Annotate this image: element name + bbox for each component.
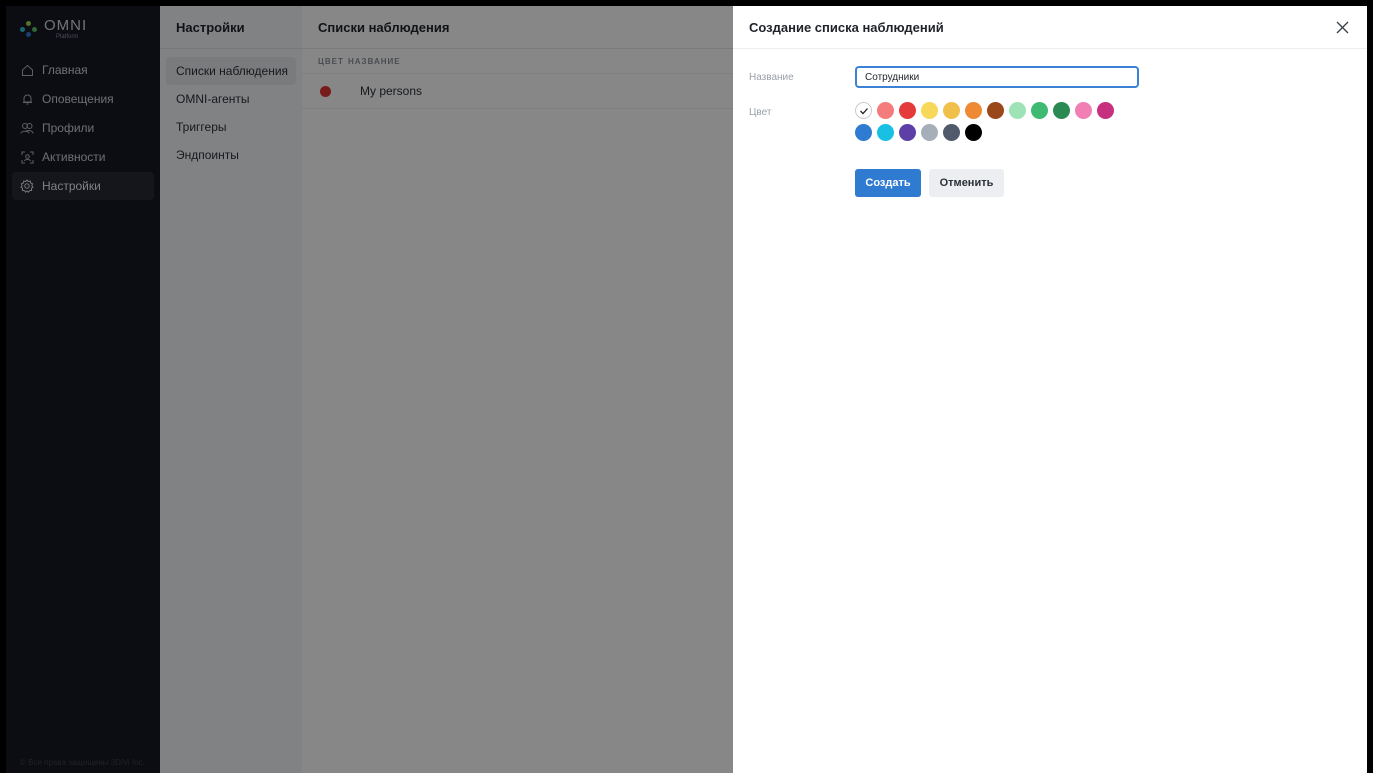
- color-swatch[interactable]: [877, 102, 894, 119]
- color-swatch[interactable]: [899, 102, 916, 119]
- color-swatch[interactable]: [943, 102, 960, 119]
- color-swatch[interactable]: [855, 124, 872, 141]
- color-swatch[interactable]: [943, 124, 960, 141]
- color-swatch[interactable]: [965, 124, 982, 141]
- color-swatch[interactable]: [921, 124, 938, 141]
- create-button[interactable]: Создать: [855, 169, 921, 197]
- check-icon: [859, 107, 868, 114]
- color-swatch[interactable]: [1075, 102, 1092, 119]
- close-icon[interactable]: [1333, 18, 1351, 36]
- color-swatch[interactable]: [899, 124, 916, 141]
- name-label: Название: [749, 72, 794, 83]
- name-input[interactable]: [855, 66, 1139, 88]
- color-swatch[interactable]: [855, 102, 872, 119]
- app-window: OMNI Platform Главная Оповещения Профили…: [6, 6, 1367, 773]
- color-swatch[interactable]: [1009, 102, 1026, 119]
- color-picker: [855, 102, 1155, 146]
- color-swatch[interactable]: [921, 102, 938, 119]
- drawer-title: Создание списка наблюдений: [733, 6, 1367, 49]
- color-swatch[interactable]: [965, 102, 982, 119]
- color-swatch[interactable]: [1031, 102, 1048, 119]
- modal-overlay[interactable]: [6, 6, 733, 773]
- cancel-button[interactable]: Отменить: [929, 169, 1004, 197]
- color-label: Цвет: [749, 107, 772, 118]
- create-watchlist-drawer: Создание списка наблюдений Название Цвет…: [733, 6, 1367, 773]
- color-row: [855, 102, 1155, 119]
- color-swatch[interactable]: [987, 102, 1004, 119]
- color-swatch[interactable]: [1097, 102, 1114, 119]
- color-swatch[interactable]: [1053, 102, 1070, 119]
- color-row: [855, 124, 1155, 141]
- color-swatch[interactable]: [877, 124, 894, 141]
